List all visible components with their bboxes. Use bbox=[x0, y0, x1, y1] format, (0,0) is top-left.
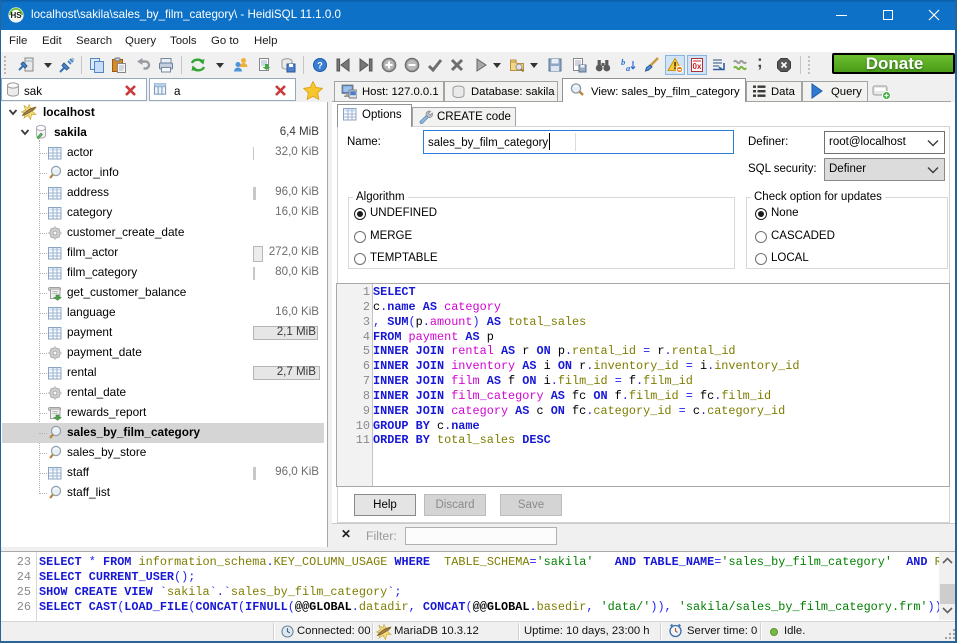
svg-text:HS: HS bbox=[10, 11, 22, 20]
svg-text:a: a bbox=[626, 63, 631, 73]
svg-text:0x: 0x bbox=[693, 62, 702, 71]
svg-text:b: b bbox=[621, 57, 625, 67]
svg-text:?: ? bbox=[317, 61, 323, 71]
